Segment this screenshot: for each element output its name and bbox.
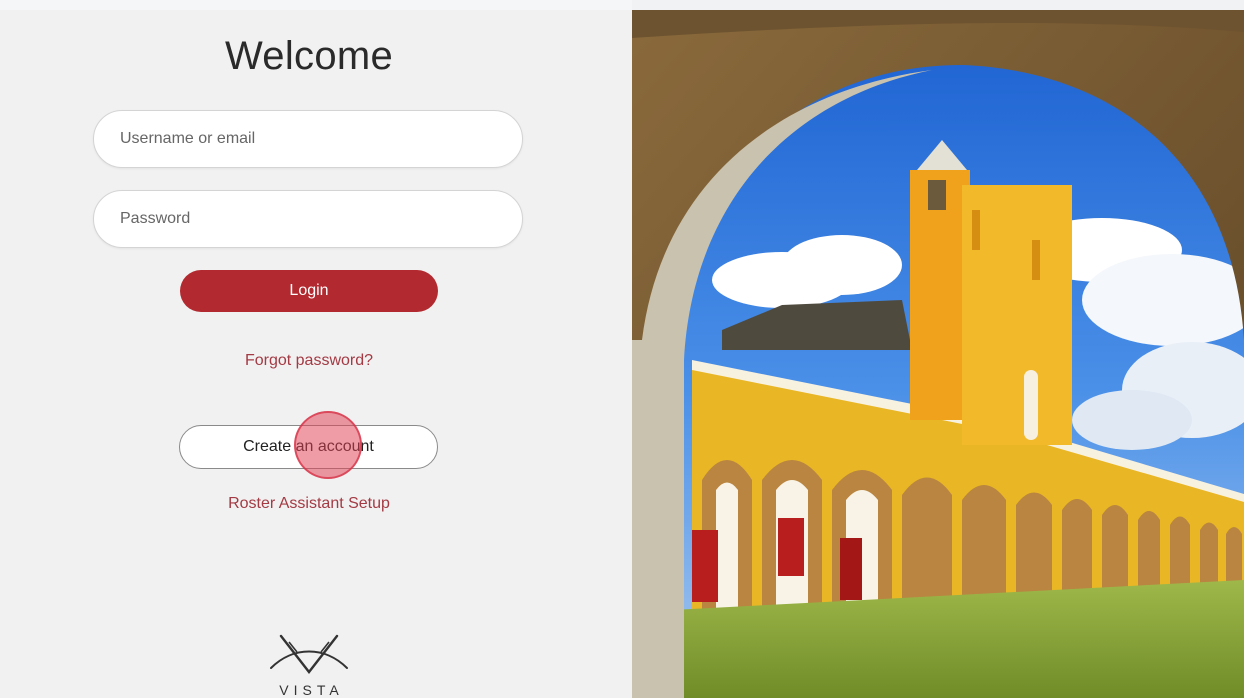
password-input[interactable]	[93, 190, 523, 248]
login-panel: Welcome Login Forgot password? Create an…	[0, 0, 632, 698]
create-account-button[interactable]: Create an account	[179, 425, 438, 469]
vista-logo-icon	[270, 634, 348, 674]
forgot-password-link[interactable]: Forgot password?	[0, 352, 618, 370]
hero-photo	[632, 10, 1244, 698]
roster-assistant-setup-link[interactable]: Roster Assistant Setup	[0, 495, 618, 513]
page-title: Welcome	[224, 34, 394, 78]
username-input[interactable]	[93, 110, 523, 168]
logo-text: VISTA	[279, 682, 344, 698]
vista-logo: VISTA	[264, 632, 354, 698]
login-button[interactable]: Login	[180, 270, 438, 312]
